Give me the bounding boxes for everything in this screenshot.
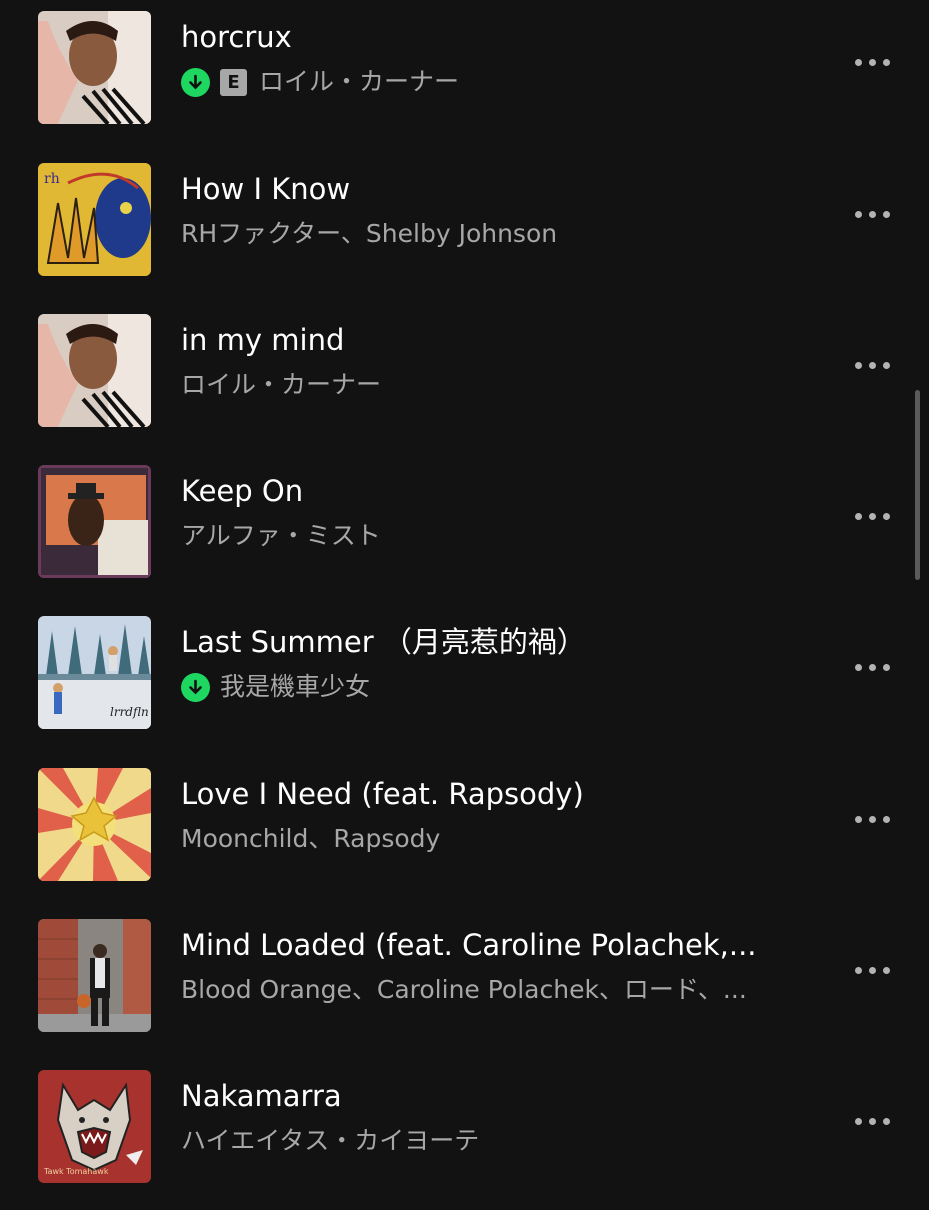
- track-artist: 我是機車少女: [220, 672, 371, 701]
- album-artwork: rh: [38, 163, 151, 276]
- track-row[interactable]: Mind Loaded (feat. Caroline Polachek,...…: [0, 908, 929, 1059]
- track-title: Keep On: [181, 474, 304, 508]
- track-artist: ハイエイタス・カイヨーテ: [181, 1126, 480, 1155]
- track-meta: ロイル・カーナー: [181, 367, 791, 403]
- more-options-button[interactable]: [840, 345, 904, 385]
- more-options-button[interactable]: [840, 194, 904, 234]
- more-horizontal-icon: [854, 815, 862, 823]
- album-artwork: [38, 11, 151, 124]
- track-title: Mind Loaded (feat. Caroline Polachek,...: [181, 928, 757, 962]
- track-row[interactable]: in my mind ロイル・カーナー: [0, 303, 929, 454]
- track-title: Love I Need (feat. Rapsody): [181, 777, 584, 811]
- track-meta: E ロイル・カーナー: [181, 64, 791, 100]
- more-horizontal-icon: [854, 1117, 862, 1125]
- more-options-button[interactable]: [840, 950, 904, 990]
- more-horizontal-icon: [854, 512, 862, 520]
- track-artist: RHファクター、Shelby Johnson: [181, 219, 558, 248]
- arrow-down-circle-icon: [181, 672, 210, 702]
- more-horizontal-icon: [854, 663, 862, 671]
- track-meta: Blood Orange、Caroline Polachek、ロード、...: [181, 972, 791, 1008]
- more-horizontal-icon: [854, 966, 862, 974]
- track-row[interactable]: lrrdfln Last Summer （月亮惹的禍） 我是機車少女: [0, 605, 929, 756]
- track-title: Last Summer （月亮惹的禍）: [181, 625, 586, 659]
- track-artist: Moonchild、Rapsody: [181, 824, 441, 853]
- more-horizontal-icon: [854, 210, 862, 218]
- more-options-button[interactable]: [840, 496, 904, 536]
- more-horizontal-icon: [854, 58, 862, 66]
- more-horizontal-icon: [854, 361, 862, 369]
- track-meta: Moonchild、Rapsody: [181, 821, 791, 857]
- track-title: in my mind: [181, 323, 345, 357]
- album-artwork: [38, 314, 151, 427]
- more-options-button[interactable]: [840, 1101, 904, 1141]
- track-artist: アルファ・ミスト: [181, 521, 381, 550]
- track-meta: ハイエイタス・カイヨーテ: [181, 1123, 791, 1159]
- svg-text:rh: rh: [44, 171, 60, 187]
- more-options-button[interactable]: [840, 42, 904, 82]
- track-title: Nakamarra: [181, 1079, 342, 1113]
- album-artwork: Tawk Tomahawk: [38, 1070, 151, 1183]
- track-title: horcrux: [181, 20, 292, 54]
- track-title: How I Know: [181, 172, 351, 206]
- album-artwork: lrrdfln: [38, 616, 151, 729]
- track-row[interactable]: Tawk Tomahawk Nakamarra ハイエイタス・カイヨーテ: [0, 1059, 929, 1210]
- track-meta: アルファ・ミスト: [181, 518, 791, 554]
- arrow-down-circle-icon: [181, 67, 210, 97]
- track-artist: Blood Orange、Caroline Polachek、ロード、...: [181, 975, 747, 1004]
- track-artist: ロイル・カーナー: [259, 67, 460, 96]
- scrollbar-thumb[interactable]: [915, 390, 920, 580]
- svg-text:Tawk Tomahawk: Tawk Tomahawk: [43, 1167, 109, 1176]
- explicit-badge: E: [220, 68, 247, 96]
- more-options-button[interactable]: [840, 647, 904, 687]
- svg-text:lrrdfln: lrrdfln: [110, 705, 149, 719]
- track-meta: RHファクター、Shelby Johnson: [181, 216, 791, 252]
- track-row[interactable]: rh How I Know RHファクター、Shelby Johnson: [0, 152, 929, 303]
- more-options-button[interactable]: [840, 799, 904, 839]
- album-artwork: [38, 768, 151, 881]
- track-row[interactable]: horcrux E ロイル・カーナー: [0, 0, 929, 151]
- album-artwork: [38, 465, 151, 578]
- track-artist: ロイル・カーナー: [181, 370, 382, 399]
- track-row[interactable]: Love I Need (feat. Rapsody) Moonchild、Ra…: [0, 757, 929, 908]
- album-artwork: [38, 919, 151, 1032]
- track-meta: 我是機車少女: [181, 669, 791, 705]
- track-row[interactable]: Keep On アルファ・ミスト: [0, 454, 929, 605]
- track-list: horcrux E ロイル・カーナー rh How I Know RHファクター…: [0, 0, 929, 1200]
